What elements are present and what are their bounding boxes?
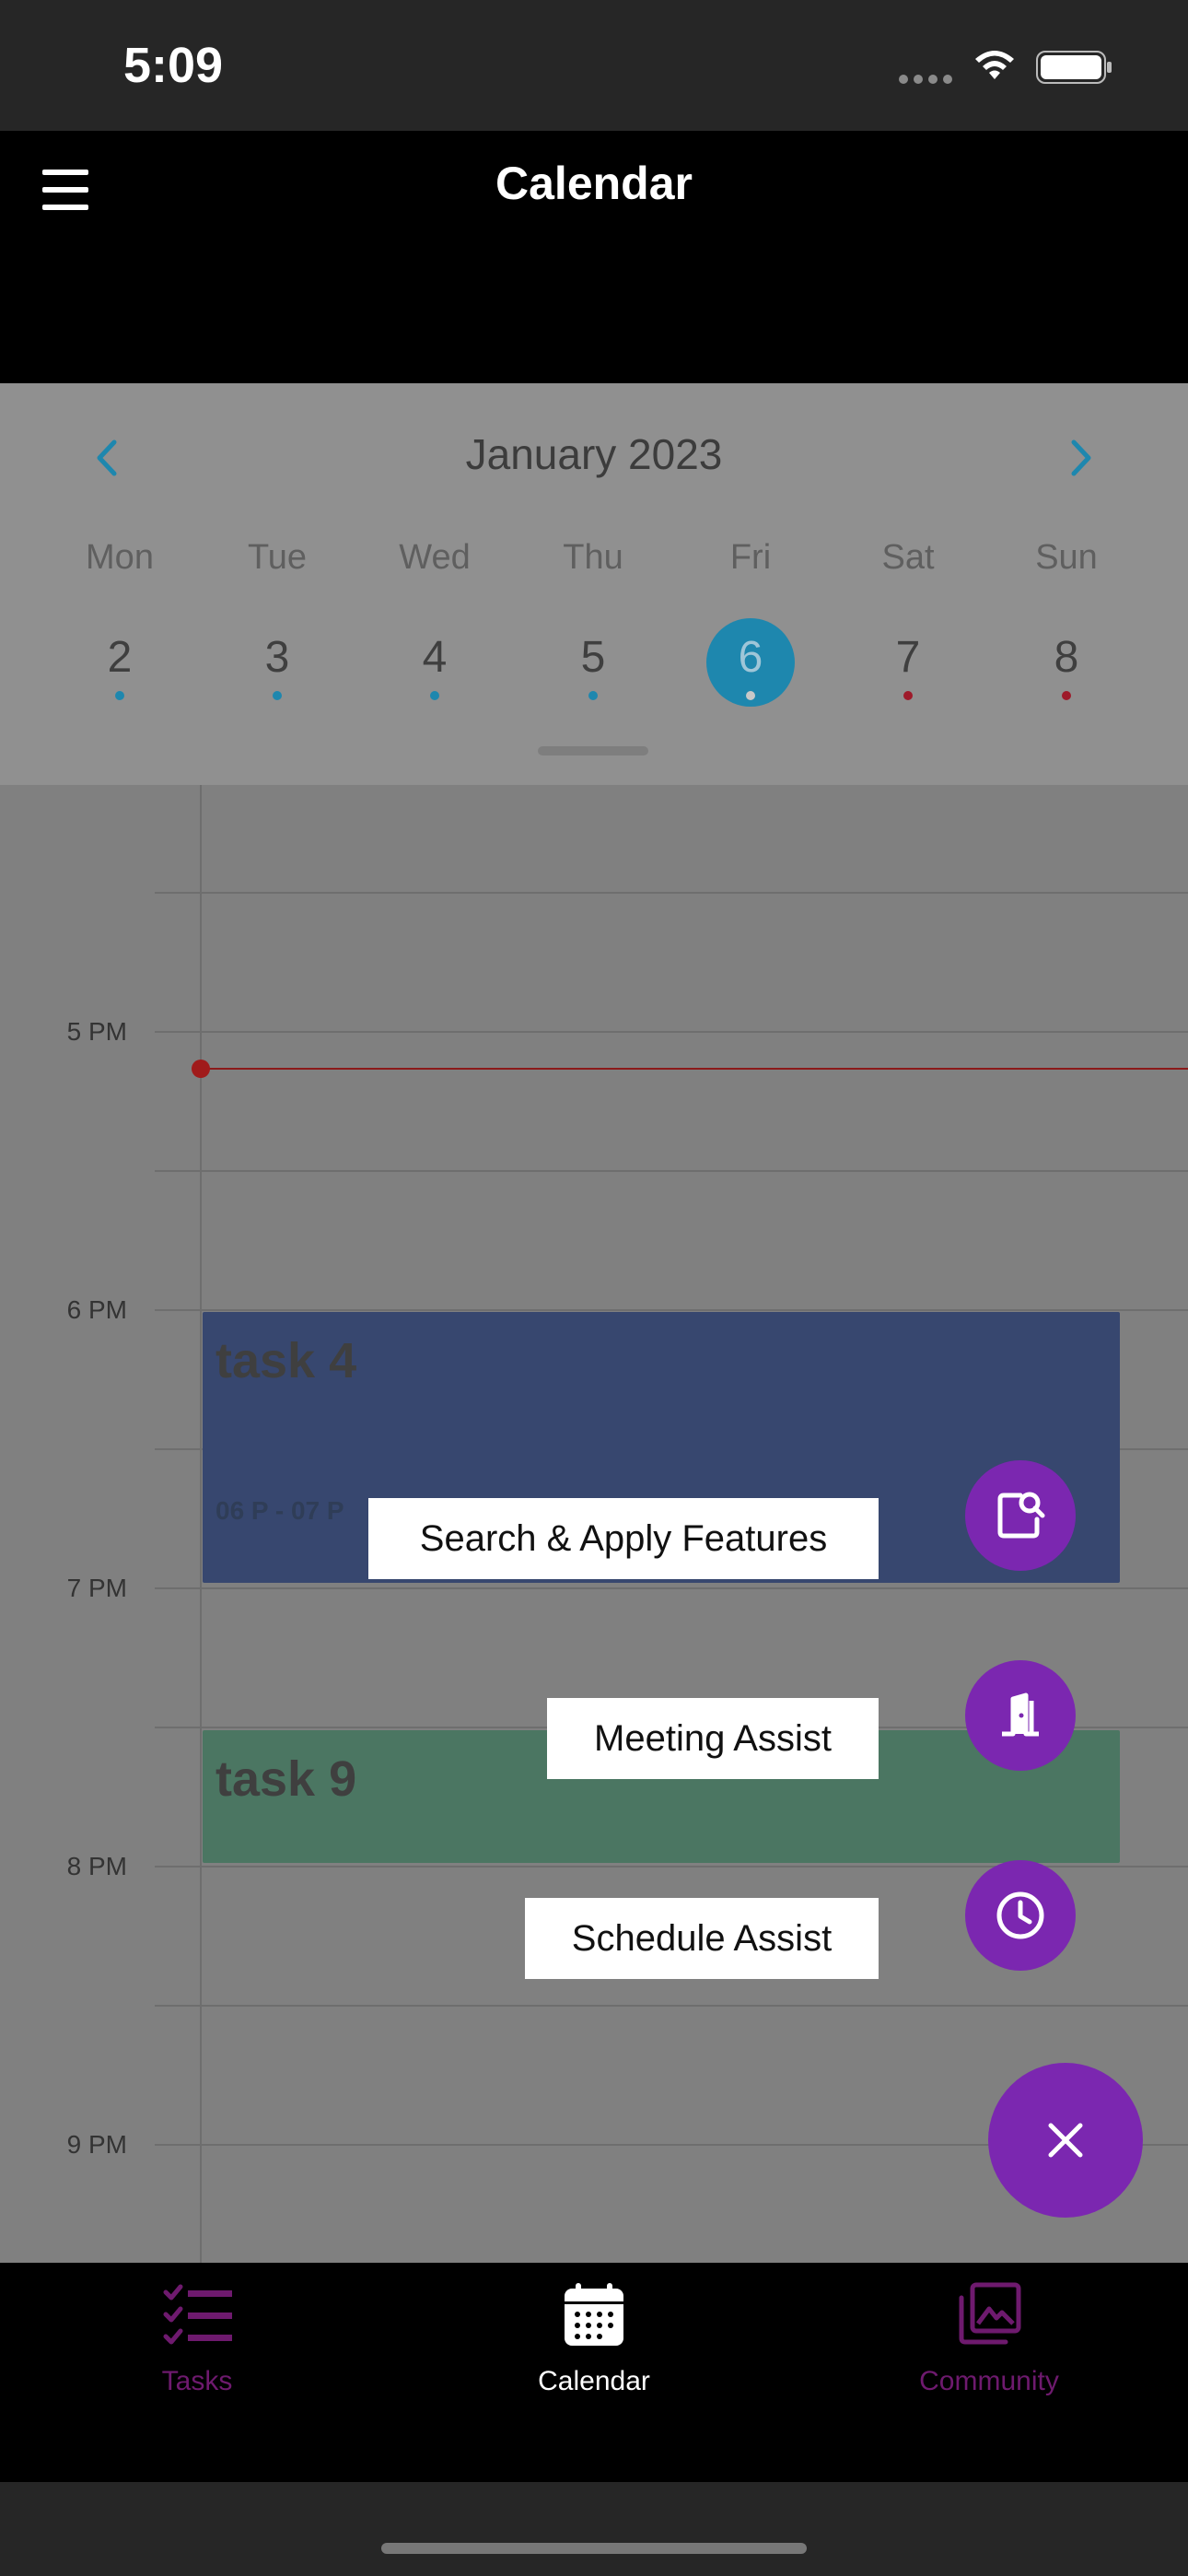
bottom-navigation: Tasks Calendar Community bbox=[0, 2263, 1188, 2482]
drag-handle[interactable] bbox=[538, 746, 648, 755]
search-apply-features-label[interactable]: Search & Apply Features bbox=[368, 1498, 879, 1579]
nav-tasks[interactable]: Tasks bbox=[4, 2263, 390, 2482]
day-number[interactable]: 3 bbox=[213, 632, 342, 683]
hour-label: 9 PM bbox=[66, 2130, 127, 2159]
event-dot bbox=[115, 691, 124, 700]
event-dot bbox=[746, 691, 755, 700]
nav-calendar-label: Calendar bbox=[538, 2366, 650, 2396]
hour-label: 5 PM bbox=[66, 1017, 127, 1046]
event-dot bbox=[430, 691, 439, 700]
signal-icon bbox=[899, 72, 958, 88]
task-list-icon bbox=[163, 2284, 232, 2345]
page-title: Calendar bbox=[495, 158, 693, 209]
event-dot bbox=[1062, 691, 1071, 700]
day-number[interactable]: 7 bbox=[844, 632, 973, 683]
current-time-dot bbox=[192, 1060, 210, 1078]
calendar-icon bbox=[565, 2283, 623, 2346]
meeting-assist-label[interactable]: Meeting Assist bbox=[547, 1698, 879, 1779]
day-number[interactable]: 8 bbox=[1002, 632, 1131, 683]
event-dot bbox=[588, 691, 598, 700]
weekday-label: Fri bbox=[729, 538, 772, 577]
status-time: 5:09 bbox=[123, 38, 224, 93]
document-search-icon bbox=[997, 1492, 1045, 1539]
event-title: task 4 bbox=[215, 1333, 357, 1388]
clock-icon bbox=[996, 1891, 1044, 1939]
grid-line bbox=[155, 2005, 1188, 2007]
wifi-icon bbox=[975, 51, 1014, 79]
event-dot bbox=[903, 691, 913, 700]
weekday-label: Sat bbox=[881, 538, 935, 577]
grid-line bbox=[155, 892, 1188, 894]
grid-line bbox=[155, 1309, 1188, 1311]
grid-line bbox=[155, 1587, 1188, 1589]
week-calendar: January 2023 Mon Tue Wed Thu Fri Sat Sun… bbox=[0, 383, 1188, 785]
status-bar: 5:09 bbox=[0, 0, 1188, 131]
weekday-label: Wed bbox=[399, 538, 471, 577]
battery-icon bbox=[1036, 51, 1112, 84]
day-number[interactable]: 2 bbox=[55, 632, 184, 683]
month-label: January 2023 bbox=[465, 430, 723, 478]
close-fab-button[interactable] bbox=[988, 2063, 1143, 2218]
event-time: 06 P - 07 P bbox=[215, 1496, 344, 1525]
grid-line bbox=[155, 1031, 1188, 1033]
schedule-assist-label[interactable]: Schedule Assist bbox=[525, 1898, 879, 1979]
current-time-line bbox=[201, 1068, 1188, 1070]
hour-label: 7 PM bbox=[66, 1574, 127, 1602]
nav-tasks-label: Tasks bbox=[161, 2366, 233, 2396]
grid-line bbox=[155, 1170, 1188, 1172]
chevron-right-icon[interactable] bbox=[1068, 437, 1096, 479]
nav-community-label: Community bbox=[919, 2366, 1059, 2396]
photo-gallery-icon bbox=[959, 2282, 1021, 2345]
door-icon bbox=[1002, 1692, 1039, 1737]
weekday-label: Thu bbox=[563, 538, 623, 577]
search-apply-features-button[interactable] bbox=[965, 1460, 1076, 1571]
hour-label: 6 PM bbox=[66, 1295, 127, 1324]
nav-calendar[interactable]: Calendar bbox=[401, 2263, 787, 2482]
close-icon bbox=[1048, 2123, 1083, 2158]
weekday-label: Tue bbox=[247, 538, 308, 577]
weekday-label: Mon bbox=[86, 538, 154, 577]
event-title: task 9 bbox=[215, 1751, 357, 1807]
nav-community[interactable]: Community bbox=[796, 2263, 1182, 2482]
day-number[interactable]: 4 bbox=[370, 632, 499, 683]
meeting-assist-button[interactable] bbox=[965, 1660, 1076, 1771]
timeline-divider bbox=[200, 785, 202, 2263]
event-dot bbox=[273, 691, 282, 700]
home-indicator-area bbox=[0, 2482, 1188, 2576]
schedule-assist-button[interactable] bbox=[965, 1860, 1076, 1971]
home-indicator[interactable] bbox=[381, 2543, 807, 2554]
hour-label: 8 PM bbox=[66, 1852, 127, 1880]
day-number-selected[interactable]: 6 bbox=[686, 632, 815, 683]
day-number[interactable]: 5 bbox=[529, 632, 658, 683]
weekday-label: Sun bbox=[1035, 538, 1098, 577]
